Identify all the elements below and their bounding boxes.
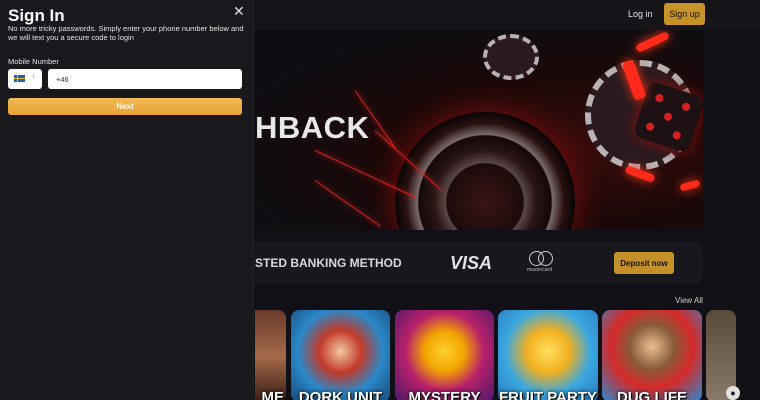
game-title: FRUIT PARTY	[498, 389, 598, 400]
visa-logo: VISA	[450, 253, 493, 273]
game-tile[interactable]: ME	[255, 310, 286, 400]
games-carousel: ME DORK UNIT MYSTERY FRUIT PARTY DUG LIF…	[255, 310, 760, 400]
panel-description: No more tricky passwords. Simply enter y…	[8, 24, 244, 42]
game-tile[interactable]: DUG LIFE	[602, 310, 702, 400]
mastercard-logo: mastercard	[527, 251, 557, 275]
country-code-select[interactable]: ↓	[8, 69, 42, 89]
next-button[interactable]: Next	[8, 98, 242, 115]
banking-banner: STED BANKING METHOD VISA mastercard Depo…	[255, 242, 703, 284]
glow-accent	[679, 179, 701, 192]
sign-in-panel: Sign In ✕ No more tricky passwords. Simp…	[0, 0, 254, 400]
sweden-flag-icon	[14, 75, 25, 82]
hero-banner[interactable]: HBACK	[255, 30, 703, 230]
chat-icon[interactable]: ●	[726, 386, 740, 400]
game-title: ME	[261, 389, 285, 400]
chevron-down-icon: ↓	[32, 73, 36, 80]
banking-headline: STED BANKING METHOD	[255, 256, 402, 270]
hero-headline: HBACK	[255, 110, 370, 145]
mobile-number-label: Mobile Number	[8, 57, 59, 66]
game-tile[interactable]: DORK UNIT	[291, 310, 390, 400]
game-tile[interactable]: FRUIT PARTY	[498, 310, 598, 400]
game-title: DORK UNIT	[298, 389, 383, 400]
panel-title: Sign In	[8, 6, 65, 25]
game-title: MYSTERY	[408, 389, 481, 400]
game-title: DUG LIFE	[617, 389, 687, 400]
glow-accent	[634, 30, 671, 54]
casino-chip-image	[483, 34, 539, 80]
deposit-now-button[interactable]: Deposit now	[614, 252, 674, 274]
game-tile[interactable]: MYSTERY	[395, 310, 494, 400]
signup-button[interactable]: Sign up	[664, 3, 705, 25]
view-all-link[interactable]: View All	[675, 296, 703, 305]
close-icon[interactable]: ✕	[233, 4, 245, 18]
roulette-wheel-image	[395, 112, 575, 230]
page: Log in Sign up HBACK STED BANKING METHOD…	[0, 0, 760, 400]
mastercard-label: mastercard	[527, 267, 553, 273]
lightning-line	[314, 180, 381, 227]
mobile-number-input[interactable]	[48, 69, 242, 89]
login-link[interactable]: Log in	[628, 9, 653, 19]
